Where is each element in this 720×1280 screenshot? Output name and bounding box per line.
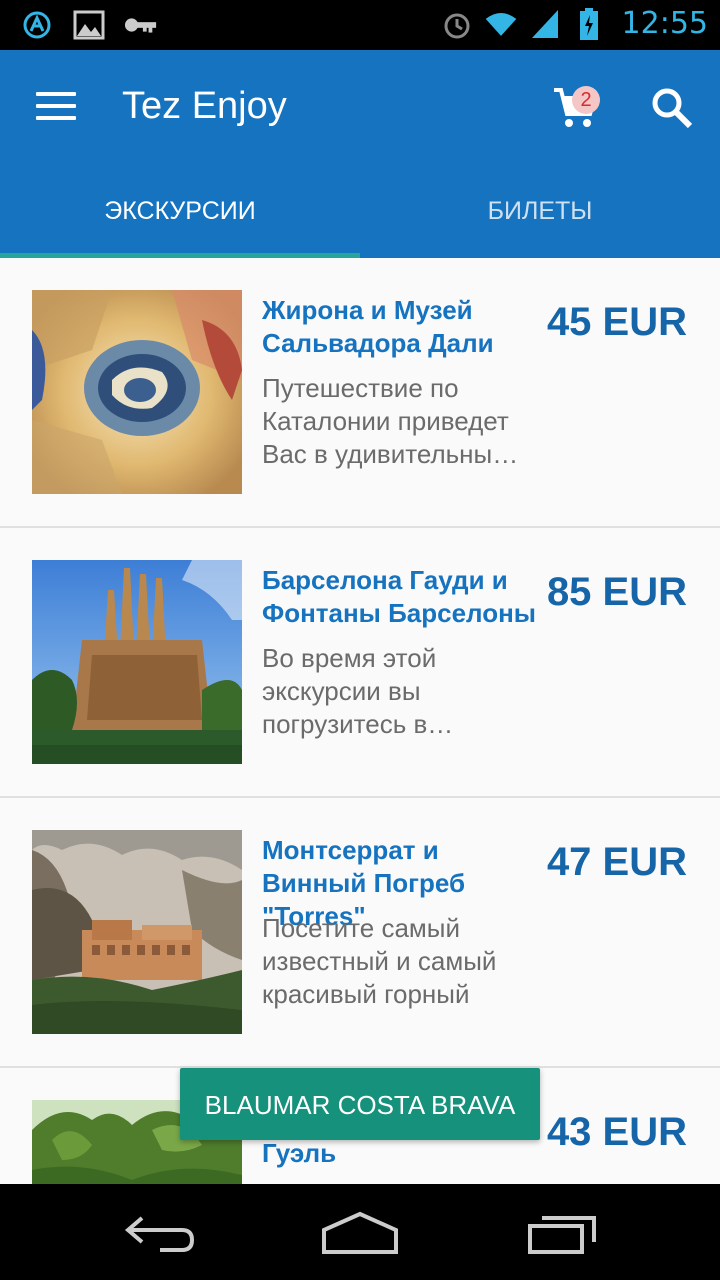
tour-list[interactable]: Жирона и Музей Сальвадора Дали 45 EUR Пу… xyxy=(0,258,720,1184)
tour-price: 47 EUR xyxy=(546,840,687,884)
battery-icon xyxy=(572,7,606,41)
tab-excursions-label: ЭКСКУРСИИ xyxy=(104,197,256,225)
tour-title: Жирона и Музей Сальвадора Дали xyxy=(262,295,494,358)
wifi-icon xyxy=(484,7,518,41)
tour-description: Путешествие по Каталонии приведет Вас в … xyxy=(262,373,519,469)
tab-tickets-label: БИЛЕТЫ xyxy=(487,197,593,225)
back-icon[interactable] xyxy=(120,1208,200,1258)
status-time: 12:55 xyxy=(621,6,708,41)
tour-image-montserrat xyxy=(32,830,242,1034)
tour-price: 43 EUR xyxy=(546,1110,687,1154)
toolbar: Tez Enjoy 2 xyxy=(0,50,720,160)
toast-message: BLAUMAR COSTA BRAVA xyxy=(180,1068,540,1140)
tab-tickets[interactable]: БИЛЕТЫ xyxy=(360,160,720,258)
alarm-icon xyxy=(440,7,474,41)
app-title: Tez Enjoy xyxy=(122,85,287,127)
tour-image-sagrada-familia xyxy=(32,560,242,764)
tour-card[interactable]: Монтсеррат и Винный Погреб "Torres" 47 E… xyxy=(0,798,720,1068)
status-bar: 12:55 xyxy=(0,0,720,50)
tab-bar: ЭКСКУРСИИ БИЛЕТЫ xyxy=(0,160,720,258)
tour-price: 45 EUR xyxy=(546,300,687,344)
tour-price: 85 EUR xyxy=(546,570,687,614)
image-icon xyxy=(72,8,106,42)
navigation-bar xyxy=(0,1184,720,1280)
key-icon xyxy=(124,8,158,42)
search-icon[interactable] xyxy=(650,86,694,130)
app-bar: Tez Enjoy 2 ЭКСКУРСИИ БИЛЕТЫ xyxy=(0,50,720,258)
tour-image-dali xyxy=(32,290,242,494)
tour-card[interactable]: Барселона Гауди и Фонтаны Барселоны 85 E… xyxy=(0,528,720,798)
cart-count-badge: 2 xyxy=(572,86,600,114)
tour-card[interactable]: Жирона и Музей Сальвадора Дали 45 EUR Пу… xyxy=(0,258,720,528)
tour-description: Во время этой экскурсии вы погрузитесь в… xyxy=(262,643,454,739)
notification-a-icon xyxy=(20,8,54,42)
signal-icon xyxy=(528,7,562,41)
menu-icon[interactable] xyxy=(36,92,76,120)
home-icon[interactable] xyxy=(320,1208,400,1258)
tour-description: Посетите самый известный и самый красивы… xyxy=(262,913,497,1009)
recent-apps-icon[interactable] xyxy=(524,1208,604,1258)
tab-excursions[interactable]: ЭКСКУРСИИ xyxy=(0,160,360,258)
tour-title: Барселона Гауди и Фонтаны Барселоны xyxy=(262,565,537,628)
